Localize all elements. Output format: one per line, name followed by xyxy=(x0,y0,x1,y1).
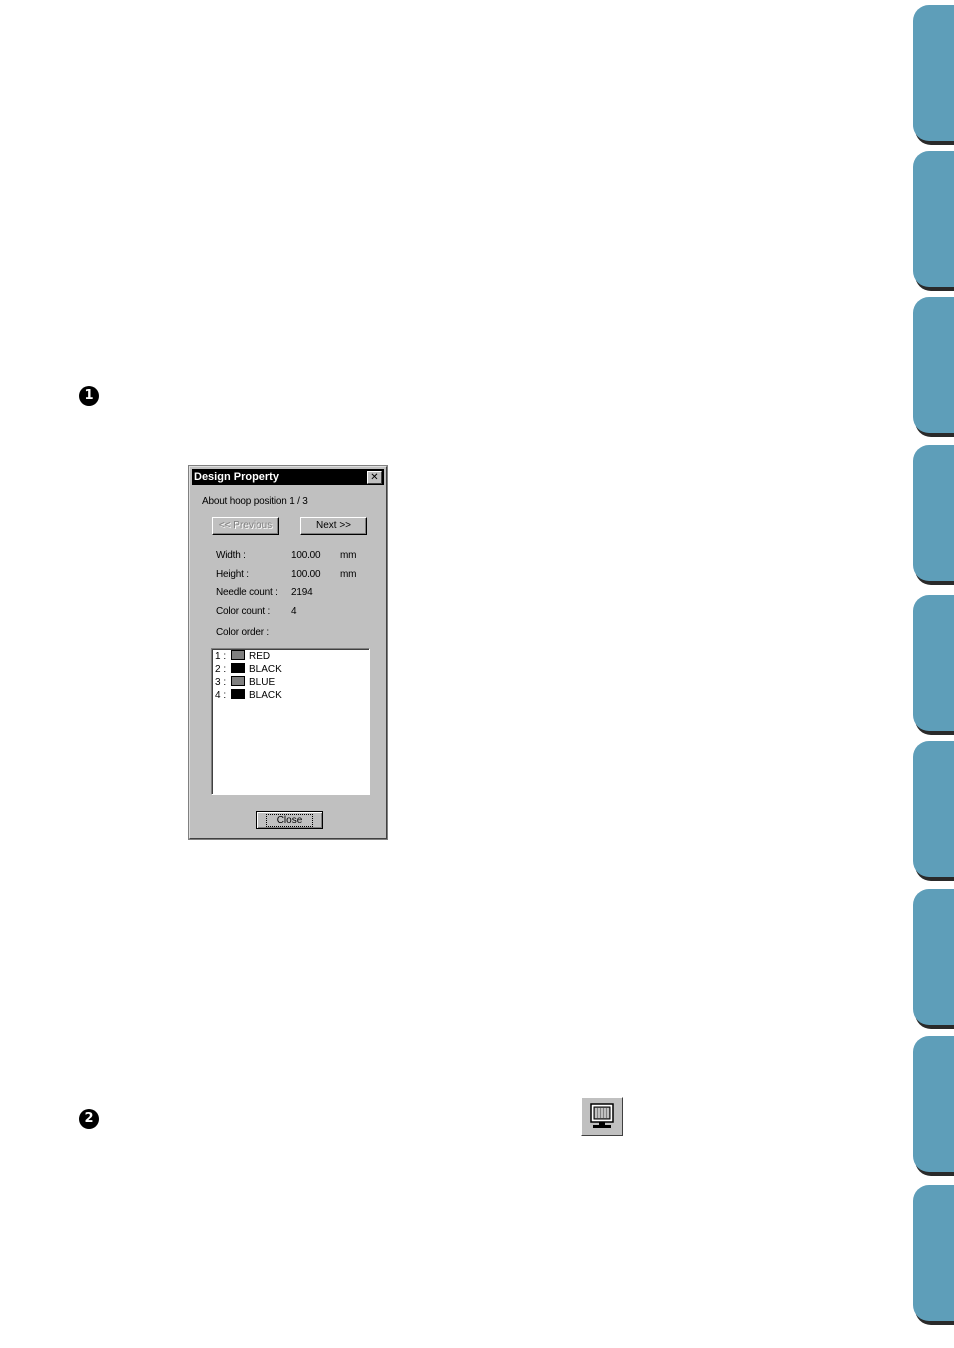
height-label: Height : xyxy=(216,569,249,580)
height-value: 100.00 xyxy=(291,569,321,580)
design-property-dialog: Design Property ✕ About hoop position 1 … xyxy=(188,465,388,840)
chapter-tab-3[interactable] xyxy=(913,297,954,433)
close-icon[interactable]: ✕ xyxy=(367,471,382,484)
step-2-bullet: 2 xyxy=(79,1109,99,1129)
list-item[interactable]: 3 : BLUE xyxy=(215,676,275,689)
color-count-label: Color count : xyxy=(216,606,271,617)
hoop-position-value: 1 / 3 xyxy=(289,496,308,507)
chapter-tab-7[interactable] xyxy=(913,889,954,1025)
chapter-tab-6[interactable] xyxy=(913,741,954,877)
close-button[interactable]: Close xyxy=(256,811,323,829)
list-item[interactable]: 1 : RED xyxy=(215,650,270,663)
sewing-machine-icon[interactable] xyxy=(581,1097,623,1136)
chapter-tab-5[interactable] xyxy=(913,595,954,731)
color-swatch xyxy=(231,689,245,699)
color-order-label: Color order : xyxy=(216,627,269,638)
chapter-tab-4[interactable] xyxy=(913,445,954,581)
chapter-tab-8[interactable] xyxy=(913,1036,954,1172)
width-label: Width : xyxy=(216,550,246,561)
chapter-tab-2[interactable] xyxy=(913,151,954,287)
list-item[interactable]: 2 : BLACK xyxy=(215,663,282,676)
previous-button[interactable]: << Previous xyxy=(212,517,279,535)
width-value: 100.00 xyxy=(291,550,321,561)
hoop-position-label: About hoop position 1 / 3 xyxy=(202,496,308,507)
height-unit: mm xyxy=(340,569,357,580)
width-unit: mm xyxy=(340,550,357,561)
needle-count-value: 2194 xyxy=(291,587,313,598)
sewing-machine-icon-graphic xyxy=(590,1103,614,1128)
color-swatch xyxy=(231,650,245,660)
list-item[interactable]: 4 : BLACK xyxy=(215,689,282,702)
dialog-titlebar: Design Property ✕ xyxy=(192,469,384,485)
next-button[interactable]: Next >> xyxy=(300,517,367,535)
needle-count-label: Needle count : xyxy=(216,587,278,598)
dialog-title: Design Property xyxy=(194,471,279,483)
color-count-value: 4 xyxy=(291,606,297,617)
color-swatch xyxy=(231,676,245,686)
chapter-tab-1[interactable] xyxy=(913,5,954,141)
chapter-tab-9[interactable] xyxy=(913,1185,954,1321)
color-order-list[interactable]: 1 : RED 2 : BLACK 3 : BLUE 4 : BLACK xyxy=(211,648,370,795)
color-swatch xyxy=(231,663,245,673)
step-1-bullet: 1 xyxy=(79,386,99,406)
